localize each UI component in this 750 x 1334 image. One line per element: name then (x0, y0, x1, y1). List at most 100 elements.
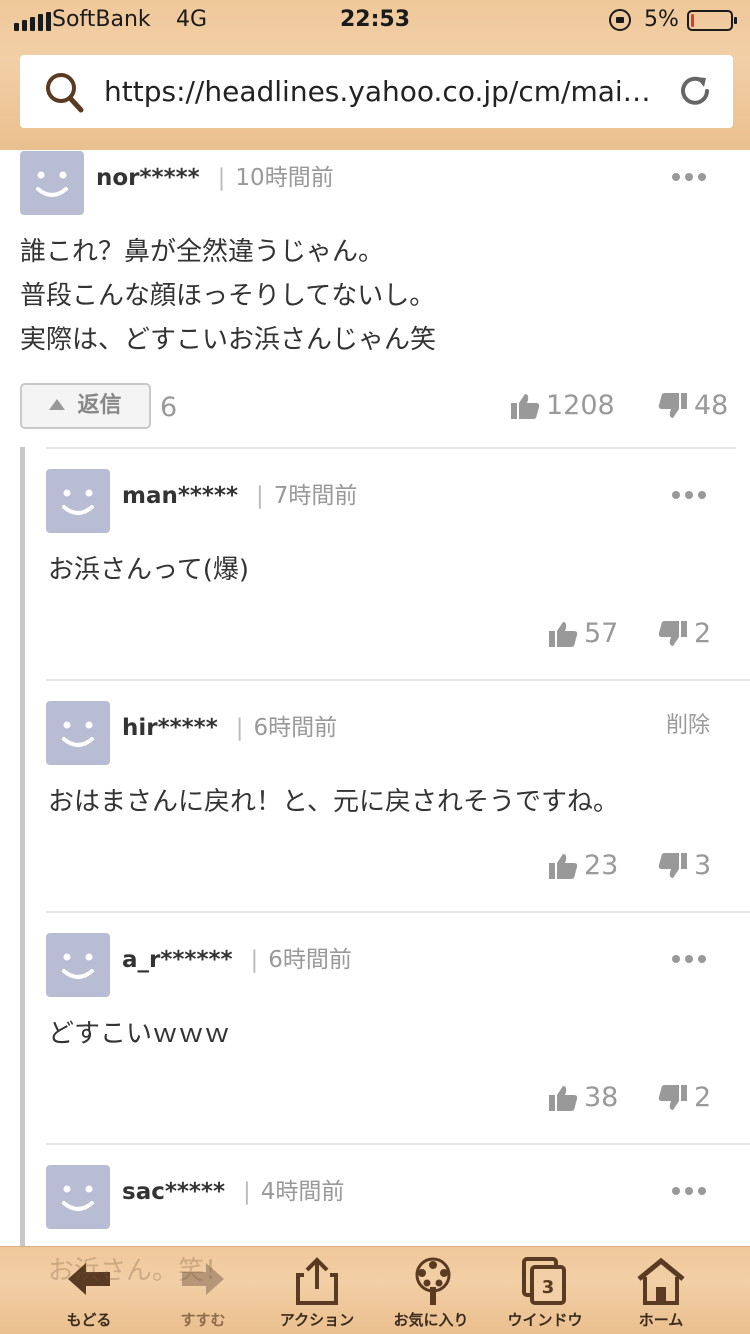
more-options-icon[interactable] (672, 484, 712, 499)
tree-icon (415, 1257, 451, 1305)
like-count: 1208 (546, 390, 615, 421)
thumbs-down-icon (658, 852, 687, 878)
battery-level-fill (691, 14, 694, 27)
dislike-count: 3 (694, 850, 712, 881)
divider (46, 911, 750, 913)
like-count: 38 (584, 1082, 619, 1113)
comment-body: お浜さんって(爆) (48, 555, 249, 585)
avatar[interactable] (46, 933, 110, 997)
dislike-count: 2 (694, 1082, 712, 1113)
battery-percent: 5% (644, 7, 679, 32)
comment-header: hir***** | 6時間前 (122, 708, 337, 742)
home-label: ホーム (638, 1311, 684, 1329)
action-label: アクション (279, 1311, 355, 1329)
comment-body: どすこいｗｗｗ (48, 1019, 231, 1049)
username[interactable]: hir***** (122, 715, 218, 741)
dislike-button[interactable]: 2 (658, 1082, 711, 1113)
more-options-icon[interactable] (672, 948, 712, 963)
avatar[interactable] (46, 469, 110, 533)
thumbs-up-icon (549, 853, 578, 879)
comment-header: man***** | 7時間前 (122, 476, 357, 510)
search-icon[interactable] (44, 71, 84, 113)
divider (46, 447, 736, 449)
more-options-icon[interactable] (672, 166, 712, 181)
comment-header: sac***** | 4時間前 (122, 1172, 344, 1206)
like-button[interactable]: 1208 (510, 390, 615, 421)
reply-button[interactable]: 返信 (20, 383, 151, 429)
comment-header: a_r****** | 6時間前 (122, 940, 352, 974)
status-bar: SoftBank 4G 22:53 5% (0, 0, 750, 40)
timestamp: 6時間前 (268, 947, 352, 973)
battery-icon (687, 10, 737, 31)
avatar[interactable] (46, 1165, 110, 1229)
divider (46, 1143, 750, 1145)
like-button[interactable]: 57 (548, 618, 618, 649)
obscured-comment-text: お浜さん。笑！ (48, 1256, 231, 1286)
forward-label: すすむ (180, 1311, 226, 1329)
smiley-icon (62, 1185, 94, 1211)
separator: | (242, 1179, 251, 1205)
rotation-lock-icon (609, 9, 631, 31)
more-options-icon[interactable] (672, 1180, 712, 1195)
dislike-button[interactable]: 3 (658, 850, 711, 881)
window-label: ウインドウ (507, 1311, 583, 1329)
divider (46, 679, 750, 681)
url-bar[interactable]: https://headlines.yahoo.co.jp/cm/main… (20, 55, 733, 128)
favorites-button[interactable]: お気に入り (376, 1247, 486, 1334)
comment-line: 実際は、どすこいお浜さんじゃん笑 (20, 325, 437, 355)
dislike-button[interactable]: 48 (658, 390, 728, 421)
username[interactable]: man***** (122, 483, 238, 509)
dislike-count: 48 (694, 390, 729, 421)
timestamp: 6時間前 (253, 715, 338, 741)
thumbs-down-icon (658, 1084, 687, 1110)
smiley-icon (62, 721, 94, 747)
share-icon (296, 1257, 338, 1305)
browser-header: SoftBank 4G 22:53 5% https://headlines.y… (0, 0, 750, 150)
comment-body: 誰これ？鼻が全然違うじゃん。 普段こんな顔ほっそりしてないし。 実際は、どすこい… (20, 230, 436, 362)
timestamp: 4時間前 (260, 1179, 345, 1205)
reply-count: 6 (160, 392, 178, 423)
thumbs-down-icon (658, 392, 687, 418)
dislike-button[interactable]: 2 (658, 618, 711, 649)
smiley-icon (62, 953, 94, 979)
home-button[interactable]: ホーム (606, 1247, 716, 1334)
comment-line: 誰これ？鼻が全然違うじゃん。 (20, 237, 385, 267)
dislike-count: 2 (694, 618, 712, 649)
username[interactable]: nor***** (96, 165, 200, 191)
thumbs-up-icon (511, 393, 540, 419)
like-count: 23 (584, 850, 619, 881)
url-text[interactable]: https://headlines.yahoo.co.jp/cm/main… (104, 75, 664, 108)
like-button[interactable]: 38 (548, 1082, 618, 1113)
timestamp: 10時間前 (235, 165, 334, 191)
comment-header: nor***** | 10時間前 (96, 158, 334, 192)
separator: | (250, 947, 259, 973)
action-button[interactable]: アクション (262, 1247, 372, 1334)
thumbs-up-icon (549, 621, 578, 647)
collapse-arrow-icon (49, 399, 66, 410)
username[interactable]: a_r****** (122, 947, 233, 973)
like-count: 57 (584, 618, 619, 649)
comment-list: nor***** | 10時間前 誰これ？鼻が全然違うじゃん。 普段こんな顔ほっそり… (0, 150, 750, 1246)
reload-icon[interactable] (677, 73, 713, 109)
separator: | (217, 165, 226, 191)
separator: | (235, 715, 244, 741)
thread-line (20, 447, 25, 1246)
avatar[interactable] (46, 701, 110, 765)
window-icon: 3 (522, 1257, 566, 1305)
username[interactable]: sac***** (122, 1179, 225, 1205)
thumbs-up-icon (549, 1085, 578, 1111)
timestamp: 7時間前 (273, 483, 358, 509)
comment-body: おはまさんに戻れ！と、元に戻されそうですね。 (48, 787, 619, 817)
status-time: 22:53 (339, 7, 411, 32)
back-label: もどる (66, 1311, 112, 1329)
window-count: 3 (542, 1277, 555, 1298)
delete-link[interactable]: 削除 (666, 707, 710, 739)
like-button[interactable]: 23 (548, 850, 618, 881)
reply-label: 返信 (77, 393, 122, 418)
favorites-label: お気に入り (393, 1311, 469, 1329)
thumbs-down-icon (658, 620, 687, 646)
window-button[interactable]: 3 ウインドウ (490, 1247, 600, 1334)
avatar[interactable] (20, 151, 84, 215)
home-icon (637, 1257, 685, 1305)
comment-line: 普段こんな顔ほっそりしてないし。 (20, 281, 436, 311)
